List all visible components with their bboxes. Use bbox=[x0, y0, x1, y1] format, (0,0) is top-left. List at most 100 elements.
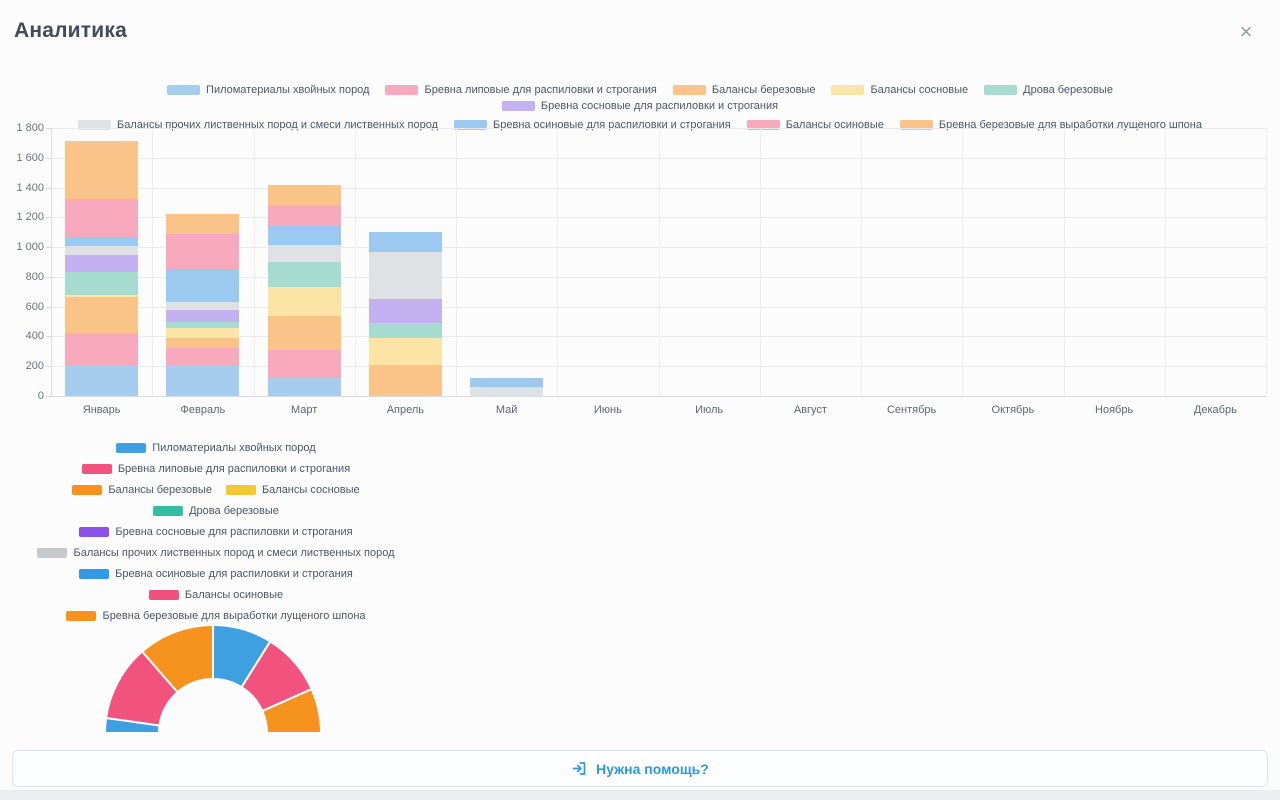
bar-segment[interactable] bbox=[369, 252, 442, 300]
help-button-label: Нужна помощь? bbox=[596, 761, 709, 777]
gridline-vertical bbox=[1266, 128, 1267, 396]
legend-swatch-icon bbox=[116, 443, 146, 453]
bar-segment[interactable] bbox=[166, 214, 239, 235]
bar-segment[interactable] bbox=[166, 365, 239, 396]
bar-segment[interactable] bbox=[65, 141, 138, 199]
bar-segment[interactable] bbox=[166, 328, 239, 338]
donut-legend-item[interactable]: Бревна осиновые для распиловки и строган… bbox=[79, 568, 353, 580]
bar-segment[interactable] bbox=[268, 205, 341, 227]
bar-legend-item[interactable]: Бревна сосновые для распиловки и строган… bbox=[502, 100, 778, 112]
donut-legend-row: Бревна липовые для распиловки и строгани… bbox=[0, 463, 432, 475]
legend-label: Балансы сосновые bbox=[870, 84, 968, 96]
x-axis-tick-label: Апрель bbox=[355, 404, 456, 416]
x-axis-tick-label: Март bbox=[254, 404, 355, 416]
donut-chart-legend: Пиломатериалы хвойных пород Бревна липовы… bbox=[0, 442, 432, 622]
bar-segment[interactable] bbox=[166, 338, 239, 348]
bar-segment[interactable] bbox=[369, 365, 442, 396]
x-axis-tick-label: Июль bbox=[659, 404, 760, 416]
gridline-vertical bbox=[760, 128, 761, 396]
legend-label: Дрова березовые bbox=[1023, 84, 1113, 96]
x-axis-tick-label: Декабрь bbox=[1165, 404, 1266, 416]
legend-swatch-icon bbox=[167, 85, 200, 95]
bar-segment[interactable] bbox=[166, 302, 239, 310]
bar-legend-item[interactable]: Балансы березовые bbox=[673, 84, 816, 96]
bar-segment[interactable] bbox=[470, 387, 543, 396]
bar-segment[interactable] bbox=[268, 287, 341, 316]
gridline-vertical bbox=[861, 128, 862, 396]
bar-segment[interactable] bbox=[65, 365, 138, 396]
bar-segment[interactable] bbox=[369, 232, 442, 251]
bar-legend-item[interactable]: Бревна липовые для распиловки и строгани… bbox=[385, 84, 656, 96]
y-axis-line bbox=[51, 128, 52, 396]
bar-segment[interactable] bbox=[268, 350, 341, 378]
x-axis-tick-label: Июнь bbox=[557, 404, 658, 416]
bar-segment[interactable] bbox=[268, 378, 341, 396]
x-axis-tick-label: Май bbox=[456, 404, 557, 416]
y-axis-tick-label: 1 200 bbox=[0, 211, 44, 223]
gridline-vertical bbox=[456, 128, 457, 396]
bar-segment[interactable] bbox=[65, 297, 138, 333]
gridline-vertical bbox=[355, 128, 356, 396]
bar-segment[interactable] bbox=[166, 269, 239, 302]
gridline-vertical bbox=[1064, 128, 1065, 396]
bar-segment[interactable] bbox=[369, 323, 442, 338]
bar-legend-item[interactable]: Пиломатериалы хвойных пород bbox=[167, 84, 369, 96]
bar-segment[interactable] bbox=[65, 295, 138, 297]
bar-segment[interactable] bbox=[65, 246, 138, 254]
donut-legend-item[interactable]: Пиломатериалы хвойных пород bbox=[116, 442, 315, 454]
bar-segment[interactable] bbox=[369, 338, 442, 366]
legend-label: Балансы сосновые bbox=[262, 484, 360, 496]
y-axis-tick-label: 1 400 bbox=[0, 182, 44, 194]
donut-legend-item[interactable]: Балансы прочих лиственных пород и смеси … bbox=[37, 547, 394, 559]
y-axis-tick-label: 600 bbox=[0, 301, 44, 313]
bar-segment[interactable] bbox=[268, 185, 341, 205]
legend-label: Пиломатериалы хвойных пород bbox=[152, 442, 315, 454]
donut-legend-item[interactable]: Дрова березовые bbox=[153, 505, 279, 517]
bar-segment[interactable] bbox=[369, 299, 442, 323]
legend-label: Балансы березовые bbox=[108, 484, 212, 496]
bar-segment[interactable] bbox=[166, 234, 239, 269]
bar-segment[interactable] bbox=[65, 255, 138, 273]
legend-swatch-icon bbox=[673, 85, 706, 95]
bar-segment[interactable] bbox=[268, 262, 341, 287]
bar-segment[interactable] bbox=[65, 333, 138, 365]
bar-segment[interactable] bbox=[470, 378, 543, 387]
donut-legend-row: Балансы осиновые bbox=[0, 589, 432, 601]
bar-legend-item[interactable]: Дрова березовые bbox=[984, 84, 1113, 96]
donut-legend-item[interactable]: Бревна липовые для распиловки и строгани… bbox=[82, 463, 350, 475]
bar-segment[interactable] bbox=[65, 199, 138, 238]
legend-swatch-icon bbox=[72, 485, 102, 495]
y-axis-tick-label: 1 800 bbox=[0, 122, 44, 134]
bar-legend-row: Пиломатериалы хвойных пород Бревна липовы… bbox=[30, 84, 1250, 112]
donut-legend-item[interactable]: Балансы осиновые bbox=[149, 589, 283, 601]
bar-segment[interactable] bbox=[268, 226, 341, 245]
donut-legend-item[interactable]: Бревна сосновые для распиловки и строган… bbox=[79, 526, 352, 538]
legend-swatch-icon bbox=[226, 485, 256, 495]
bar-segment[interactable] bbox=[166, 310, 239, 322]
legend-swatch-icon bbox=[79, 569, 109, 579]
bar-segment[interactable] bbox=[166, 348, 239, 365]
legend-swatch-icon bbox=[82, 464, 112, 474]
bar-segment[interactable] bbox=[65, 272, 138, 294]
donut-legend-item[interactable]: Балансы сосновые bbox=[226, 484, 360, 496]
legend-swatch-icon bbox=[984, 85, 1017, 95]
x-axis-tick-label: Январь bbox=[51, 404, 152, 416]
close-button[interactable]: × bbox=[1232, 18, 1260, 46]
donut-legend-item[interactable]: Балансы березовые bbox=[72, 484, 212, 496]
y-axis-tick-label: 0 bbox=[0, 390, 44, 402]
bar-segment[interactable] bbox=[268, 316, 341, 350]
close-icon: × bbox=[1240, 19, 1253, 44]
x-axis-tick-label: Август bbox=[760, 404, 861, 416]
legend-swatch-icon bbox=[37, 548, 67, 558]
bar-segment[interactable] bbox=[166, 322, 239, 327]
x-axis-tick-label: Октябрь bbox=[962, 404, 1063, 416]
bar-segment[interactable] bbox=[65, 237, 138, 246]
legend-label: Бревна липовые для распиловки и строгани… bbox=[424, 84, 656, 96]
help-button[interactable]: Нужна помощь? bbox=[12, 750, 1268, 787]
bar-legend-item[interactable]: Балансы сосновые bbox=[831, 84, 968, 96]
legend-label: Бревна сосновые для распиловки и строган… bbox=[541, 100, 778, 112]
bar-segment[interactable] bbox=[268, 245, 341, 262]
legend-swatch-icon bbox=[149, 590, 179, 600]
login-arrow-icon bbox=[571, 760, 588, 777]
donut-legend-item[interactable]: Бревна березовые для выработки лущеного … bbox=[66, 610, 365, 622]
